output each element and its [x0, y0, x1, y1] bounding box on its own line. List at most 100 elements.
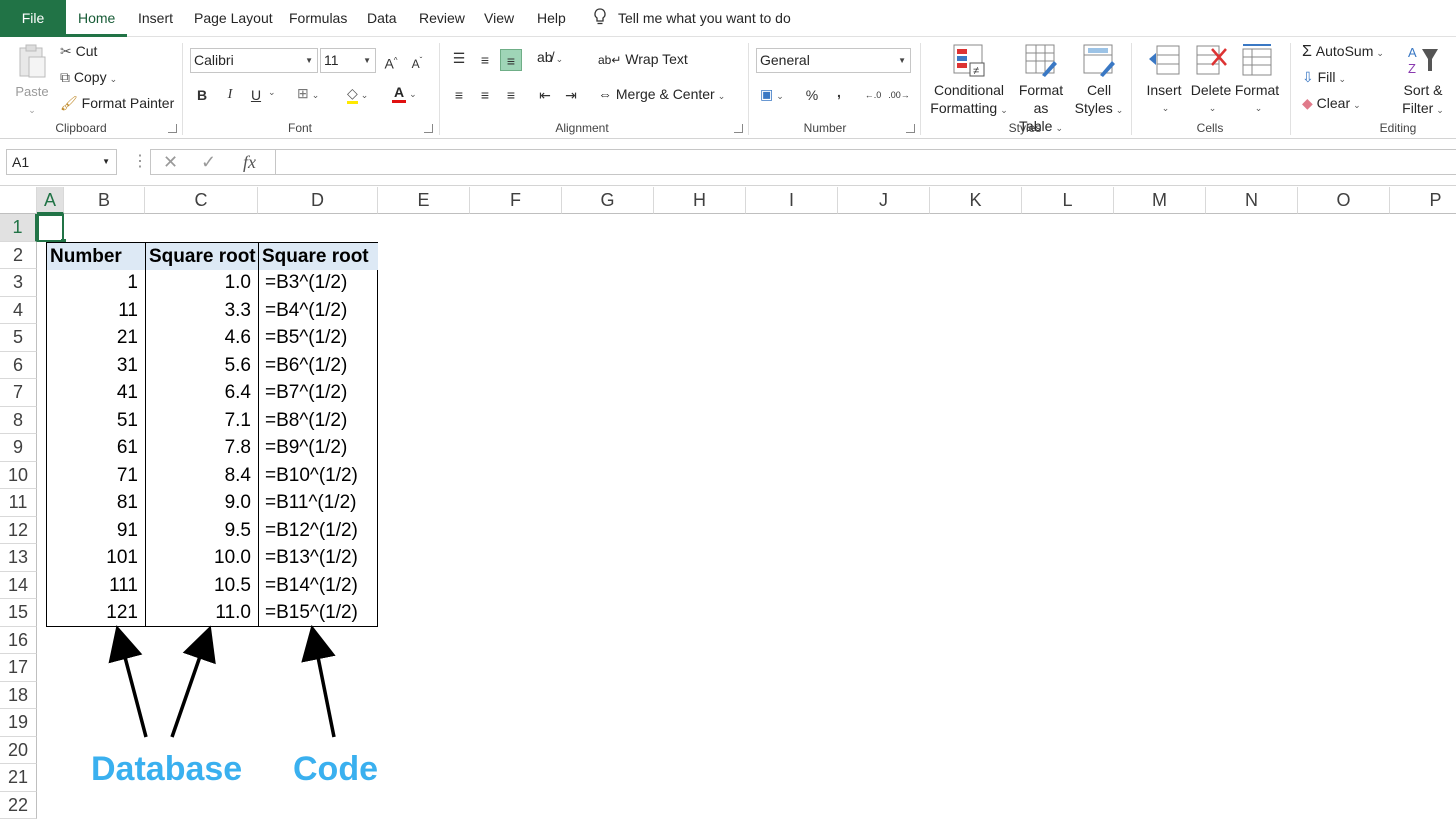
square-root-cell[interactable]: 10.5	[145, 572, 258, 600]
align-right-icon[interactable]: ≡	[500, 84, 522, 106]
number-cell[interactable]: 111	[46, 572, 145, 600]
formula-cell[interactable]: =B11^(1/2)	[258, 489, 378, 517]
formula-cell[interactable]: =B13^(1/2)	[258, 544, 378, 572]
font-color-button[interactable]: A ⌄	[392, 84, 417, 103]
row-header-6[interactable]: 6	[0, 351, 37, 379]
formula-cell[interactable]: =B7^(1/2)	[258, 379, 378, 407]
row-header-12[interactable]: 12	[0, 516, 37, 544]
column-header-p[interactable]: P	[1390, 187, 1456, 214]
square-root-cell[interactable]: 6.4	[145, 379, 258, 407]
square-root-cell[interactable]: 7.8	[145, 434, 258, 462]
row-header-2[interactable]: 2	[0, 241, 37, 269]
align-top-icon[interactable]: ☰	[448, 47, 470, 69]
increase-indent-icon[interactable]: ⇥	[560, 84, 582, 106]
square-root-cell[interactable]: 10.0	[145, 544, 258, 572]
formula-cell[interactable]: =B9^(1/2)	[258, 434, 378, 462]
bold-button[interactable]: B	[191, 84, 213, 106]
column-header-e[interactable]: E	[378, 187, 470, 214]
percent-style-button[interactable]: %	[801, 84, 823, 106]
square-root-cell[interactable]: 4.6	[145, 324, 258, 352]
formula-cell[interactable]: =B12^(1/2)	[258, 517, 378, 545]
number-cell[interactable]: 31	[46, 352, 145, 380]
formula-cell[interactable]: =B6^(1/2)	[258, 352, 378, 380]
column-header-l[interactable]: L	[1022, 187, 1114, 214]
cancel-formula-icon[interactable]: ✕	[163, 152, 178, 173]
decrease-decimal-icon[interactable]: .00→	[888, 84, 910, 106]
font-name-select[interactable]: Calibri ▼	[190, 48, 318, 73]
row-header-22[interactable]: 22	[0, 791, 37, 819]
row-header-9[interactable]: 9	[0, 434, 37, 462]
align-middle-icon[interactable]: ≡	[474, 49, 496, 71]
row-header-10[interactable]: 10	[0, 461, 37, 489]
row-header-3[interactable]: 3	[0, 269, 37, 297]
font-size-select[interactable]: 11 ▼	[320, 48, 376, 73]
number-cell[interactable]: 81	[46, 489, 145, 517]
row-header-4[interactable]: 4	[0, 296, 37, 324]
conditional-formatting-button[interactable]: ≠ Conditional Formatting ⌄	[928, 43, 1010, 119]
row-header-7[interactable]: 7	[0, 379, 37, 407]
row-header-17[interactable]: 17	[0, 654, 37, 682]
underline-button[interactable]: U	[245, 84, 267, 106]
insert-cells-button[interactable]: Insert ⌄	[1142, 43, 1186, 117]
orientation-button[interactable]: ab̸ ⌄	[537, 49, 563, 65]
select-all-corner[interactable]	[0, 187, 37, 214]
square-root-cell[interactable]: 7.1	[145, 407, 258, 435]
table-header-cell[interactable]: Number	[47, 242, 145, 270]
row-header-19[interactable]: 19	[0, 709, 37, 737]
tab-data[interactable]: Data	[367, 0, 397, 37]
number-cell[interactable]: 121	[46, 599, 145, 627]
square-root-cell[interactable]: 3.3	[145, 297, 258, 325]
square-root-cell[interactable]: 1.0	[145, 269, 258, 297]
tab-help[interactable]: Help	[537, 0, 566, 37]
column-header-k[interactable]: K	[930, 187, 1022, 214]
align-center-icon[interactable]: ≡	[474, 84, 496, 106]
number-cell[interactable]: 1	[46, 269, 145, 297]
row-header-15[interactable]: 15	[0, 599, 37, 627]
formula-cell[interactable]: =B14^(1/2)	[258, 572, 378, 600]
paste-button[interactable]: Paste ⌄	[14, 43, 50, 119]
cell-styles-button[interactable]: Cell Styles ⌄	[1072, 43, 1126, 119]
tab-formulas[interactable]: Formulas	[289, 0, 347, 37]
square-root-cell[interactable]: 9.0	[145, 489, 258, 517]
square-root-cell[interactable]: 9.5	[145, 517, 258, 545]
column-header-h[interactable]: H	[654, 187, 746, 214]
number-cell[interactable]: 21	[46, 324, 145, 352]
number-cell[interactable]: 71	[46, 462, 145, 490]
column-header-d[interactable]: D	[258, 187, 378, 214]
column-header-g[interactable]: G	[562, 187, 654, 214]
row-header-11[interactable]: 11	[0, 489, 37, 517]
formula-cell[interactable]: =B5^(1/2)	[258, 324, 378, 352]
number-cell[interactable]: 91	[46, 517, 145, 545]
cut-button[interactable]: ✂ Cut	[60, 43, 97, 60]
grow-font-icon[interactable]: A^	[380, 50, 402, 72]
row-header-13[interactable]: 13	[0, 544, 37, 572]
borders-button[interactable]: ⊞ ⌄	[297, 85, 319, 102]
row-header-14[interactable]: 14	[0, 571, 37, 599]
shrink-font-icon[interactable]: Aˇ	[406, 50, 428, 72]
number-format-select[interactable]: General ▼	[756, 48, 911, 73]
fill-button[interactable]: ⇩ Fill ⌄	[1302, 69, 1346, 86]
column-header-n[interactable]: N	[1206, 187, 1298, 214]
align-left-icon[interactable]: ≡	[448, 84, 470, 106]
row-header-5[interactable]: 5	[0, 324, 37, 352]
tab-view[interactable]: View	[484, 0, 514, 37]
accounting-format-button[interactable]: ▣ ⌄	[760, 86, 784, 103]
column-header-i[interactable]: I	[746, 187, 838, 214]
formula-input[interactable]	[275, 149, 1456, 175]
tab-insert[interactable]: Insert	[138, 0, 173, 37]
formula-cell[interactable]: =B8^(1/2)	[258, 407, 378, 435]
number-cell[interactable]: 11	[46, 297, 145, 325]
enter-formula-icon[interactable]: ✓	[201, 152, 216, 173]
fill-color-button[interactable]: ◇ ⌄	[347, 85, 368, 104]
sort-filter-button[interactable]: AZ Sort & Filter ⌄	[1398, 43, 1448, 119]
insert-function-icon[interactable]: fx	[243, 152, 256, 173]
column-header-a[interactable]: A	[37, 187, 64, 214]
autosum-button[interactable]: Σ AutoSum ⌄	[1302, 43, 1384, 61]
column-header-j[interactable]: J	[838, 187, 930, 214]
clipboard-launcher-icon[interactable]	[168, 124, 177, 133]
number-cell[interactable]: 41	[46, 379, 145, 407]
selected-cell-a1[interactable]	[37, 214, 64, 242]
number-launcher-icon[interactable]	[906, 124, 915, 133]
italic-button[interactable]: I	[219, 84, 241, 106]
clear-button[interactable]: ◆ Clear ⌄	[1302, 95, 1361, 112]
